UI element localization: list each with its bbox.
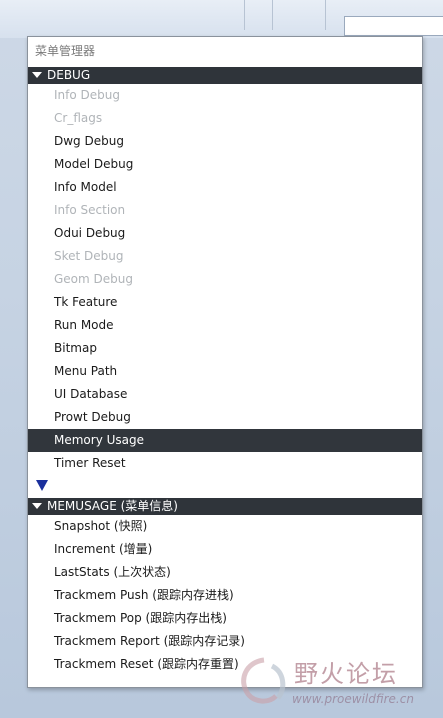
menu-item-increment[interactable]: Increment (增量) <box>28 538 422 561</box>
menu-manager-title: 菜单管理器 <box>35 44 96 58</box>
watermark-text: 野火论坛 <box>294 660 398 688</box>
menu-item-laststats[interactable]: LastStats (上次状态) <box>28 561 422 584</box>
collapse-triangle-icon <box>32 72 42 78</box>
section-header-label: MEMUSAGE (菜单信息) <box>47 499 178 513</box>
background-window-top <box>0 0 443 38</box>
menu-item-bitmap[interactable]: Bitmap <box>28 337 422 360</box>
menu-item-geom-debug: Geom Debug <box>54 272 133 286</box>
menu-item-timer-reset[interactable]: Timer Reset <box>28 452 422 475</box>
menu-item-trackmem-report[interactable]: Trackmem Report (跟踪内存记录) <box>28 630 422 653</box>
menu-item-run-mode[interactable]: Run Mode <box>28 314 422 337</box>
menu-item-info-section: Info Section <box>54 203 126 217</box>
background-divider <box>272 0 273 30</box>
watermark-url: www.proewildfire.cn <box>292 692 414 706</box>
menu-item-dwg-debug[interactable]: Dwg Debug <box>28 130 422 153</box>
section-header-memusage[interactable]: MEMUSAGE (菜单信息) <box>28 498 422 515</box>
menu-item-menu-path[interactable]: Menu Path <box>28 360 422 383</box>
menu-item-prowt-debug[interactable]: Prowt Debug <box>28 406 422 429</box>
forum-logo-icon <box>241 657 286 704</box>
menu-item-trackmem-pop[interactable]: Trackmem Pop (跟踪内存出栈) <box>28 607 422 630</box>
menu-item-tk-feature[interactable]: Tk Feature <box>28 291 422 314</box>
menu-item-cr-flags: Cr_flags <box>54 111 103 125</box>
menu-item-memory-usage[interactable]: Memory Usage <box>28 429 422 452</box>
scroll-down-arrow-icon[interactable] <box>36 480 48 491</box>
menu-item-trackmem-push[interactable]: Trackmem Push (跟踪内存进栈) <box>28 584 422 607</box>
menu-item-info-debug: Info Debug <box>54 88 120 102</box>
menu-item-model-debug[interactable]: Model Debug <box>28 153 422 176</box>
section-header-label: DEBUG <box>47 68 91 82</box>
menu-manager-panel: 菜单管理器 DEBUG Info Debug Cr_flags Dwg Debu… <box>27 36 423 688</box>
background-input-box[interactable] <box>344 16 443 36</box>
background-divider <box>244 0 245 30</box>
menu-item-odui-debug[interactable]: Odui Debug <box>28 222 422 245</box>
scroll-more-row[interactable] <box>28 475 422 498</box>
background-divider <box>325 0 326 30</box>
menu-item-snapshot[interactable]: Snapshot (快照) <box>28 515 422 538</box>
menu-item-ui-database[interactable]: UI Database <box>28 383 422 406</box>
menu-item-sket-debug: Sket Debug <box>54 249 124 263</box>
section-header-debug[interactable]: DEBUG <box>28 67 422 84</box>
collapse-triangle-icon <box>32 503 42 509</box>
forum-watermark: 野火论坛 www.proewildfire.cn <box>234 652 443 718</box>
menu-item-info-model[interactable]: Info Model <box>28 176 422 199</box>
